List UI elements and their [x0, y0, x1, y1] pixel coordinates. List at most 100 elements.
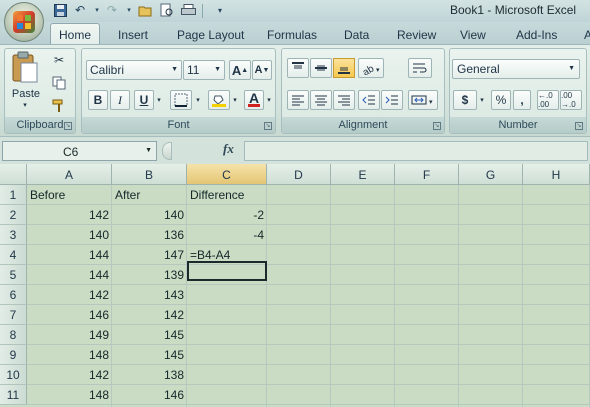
font-launcher-icon[interactable]: ↘	[264, 122, 272, 130]
font-size-select[interactable]: 11 ▼	[183, 60, 225, 80]
copy-icon[interactable]	[50, 75, 68, 91]
redo-dropdown-icon[interactable]: ▾	[121, 2, 137, 18]
tab-page-layout[interactable]: Page Layout	[177, 26, 244, 44]
save-icon[interactable]	[52, 2, 68, 18]
undo-dropdown-icon[interactable]: ▾	[89, 2, 105, 18]
number-format-dropdown-icon[interactable]: ▼	[568, 65, 575, 72]
column-header-b[interactable]: B	[112, 164, 187, 185]
office-button[interactable]	[4, 2, 44, 42]
column-header-d[interactable]: D	[267, 164, 331, 185]
cell-b1[interactable]: After	[112, 185, 187, 205]
percent-button[interactable]: %	[491, 90, 511, 110]
row-header-11[interactable]: 11	[0, 385, 27, 405]
cell-a2[interactable]: 142	[27, 205, 112, 225]
cell-b7[interactable]: 142	[112, 305, 187, 325]
paste-label[interactable]: Paste	[10, 87, 42, 101]
column-header-a[interactable]: A	[27, 164, 112, 185]
align-middle-icon[interactable]	[310, 58, 332, 78]
orientation-icon[interactable]: ab ▾	[358, 58, 384, 78]
bold-button[interactable]: B	[88, 90, 108, 110]
currency-dropdown-icon[interactable]: ▾	[477, 90, 487, 110]
merge-center-icon[interactable]: ▾	[408, 90, 438, 110]
font-color-button[interactable]: A	[244, 90, 264, 110]
tab-data[interactable]: Data	[344, 26, 369, 44]
cell-b5[interactable]: 139	[112, 265, 187, 285]
tab-home[interactable]: Home	[50, 23, 100, 44]
tab-overflow[interactable]: A	[584, 26, 590, 44]
row-header-8[interactable]: 8	[0, 325, 27, 345]
cell-a9[interactable]: 148	[27, 345, 112, 365]
redo-icon[interactable]: ↷	[104, 2, 120, 18]
undo-icon[interactable]: ↶	[72, 2, 88, 18]
cell-a1[interactable]: Before	[27, 185, 112, 205]
cell-b4[interactable]: 147	[112, 245, 187, 265]
underline-button[interactable]: U	[134, 90, 154, 110]
cell-a3[interactable]: 140	[27, 225, 112, 245]
row-header-6[interactable]: 6	[0, 285, 27, 305]
row-header-5[interactable]: 5	[0, 265, 27, 285]
increase-indent-icon[interactable]	[381, 90, 403, 110]
alignment-launcher-icon[interactable]: ↘	[433, 122, 441, 130]
row-header-9[interactable]: 9	[0, 345, 27, 365]
fill-color-icon[interactable]	[208, 90, 230, 110]
row-header-10[interactable]: 10	[0, 365, 27, 385]
open-icon[interactable]	[137, 2, 153, 18]
print-icon[interactable]	[180, 2, 196, 18]
print-preview-icon[interactable]	[159, 2, 175, 18]
cell-b2[interactable]: 140	[112, 205, 187, 225]
cell-a6[interactable]: 142	[27, 285, 112, 305]
cell-b11[interactable]: 146	[112, 385, 187, 405]
wrap-text-icon[interactable]	[408, 58, 432, 78]
decrease-indent-icon[interactable]	[358, 90, 380, 110]
active-cell-outline[interactable]	[187, 261, 267, 281]
paste-dropdown-icon[interactable]: ▾	[18, 100, 32, 110]
tab-view[interactable]: View	[460, 26, 486, 44]
number-format-select[interactable]: General ▼	[452, 59, 580, 79]
tab-insert[interactable]: Insert	[118, 26, 148, 44]
cell-b3[interactable]: 136	[112, 225, 187, 245]
clipboard-launcher-icon[interactable]: ↘	[64, 122, 72, 130]
cell-b8[interactable]: 145	[112, 325, 187, 345]
cell-a10[interactable]: 142	[27, 365, 112, 385]
align-top-icon[interactable]	[287, 58, 309, 78]
tab-formulas[interactable]: Formulas	[267, 26, 317, 44]
insert-function-icon[interactable]: fx	[223, 141, 241, 159]
align-center-icon[interactable]	[310, 90, 332, 110]
cell-a4[interactable]: 144	[27, 245, 112, 265]
increase-decimal-button[interactable]: ←.0 .00	[537, 90, 559, 110]
paste-icon[interactable]	[10, 50, 40, 84]
cell-b9[interactable]: 145	[112, 345, 187, 365]
italic-button[interactable]: I	[110, 90, 130, 110]
cell-b10[interactable]: 138	[112, 365, 187, 385]
number-launcher-icon[interactable]: ↘	[575, 122, 583, 130]
formula-bar-resize-handle[interactable]	[162, 142, 172, 160]
cell-a11[interactable]: 148	[27, 385, 112, 405]
font-name-select[interactable]: Calibri ▼	[86, 60, 182, 80]
cell-c1[interactable]: Difference	[187, 185, 267, 205]
align-right-icon[interactable]	[333, 90, 355, 110]
row-header-7[interactable]: 7	[0, 305, 27, 325]
customize-qat-icon[interactable]: ▾	[212, 2, 228, 18]
cell-a7[interactable]: 146	[27, 305, 112, 325]
grow-font-button[interactable]: A ▲	[229, 60, 251, 80]
align-left-icon[interactable]	[287, 90, 309, 110]
select-all-corner[interactable]	[0, 164, 27, 185]
column-header-f[interactable]: F	[395, 164, 459, 185]
name-box-dropdown-icon[interactable]: ▼	[145, 147, 152, 154]
column-header-g[interactable]: G	[459, 164, 523, 185]
decrease-decimal-button[interactable]: .00 →.0	[560, 90, 582, 110]
formula-input[interactable]	[244, 141, 588, 161]
font-size-dropdown-icon[interactable]: ▼	[214, 66, 221, 73]
column-header-e[interactable]: E	[331, 164, 395, 185]
cell-c3[interactable]: -4	[187, 225, 267, 245]
cell-a5[interactable]: 144	[27, 265, 112, 285]
cell-b6[interactable]: 143	[112, 285, 187, 305]
cut-icon[interactable]: ✂	[50, 52, 68, 68]
column-header-h[interactable]: H	[523, 164, 590, 185]
font-name-dropdown-icon[interactable]: ▼	[171, 66, 178, 73]
underline-dropdown-icon[interactable]: ▾	[154, 90, 164, 110]
align-bottom-icon[interactable]	[333, 58, 355, 78]
borders-icon[interactable]	[170, 90, 192, 110]
shrink-font-button[interactable]: A ▼	[252, 60, 272, 80]
row-header-3[interactable]: 3	[0, 225, 27, 245]
